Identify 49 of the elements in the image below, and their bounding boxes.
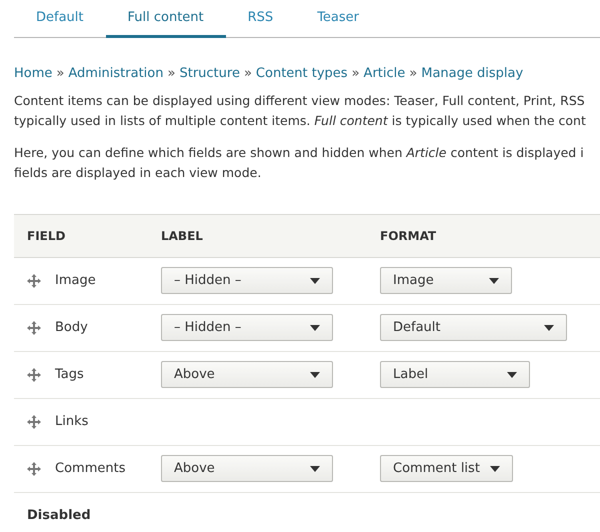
tab[interactable]: RSS xyxy=(226,0,296,38)
caret-icon xyxy=(310,324,320,330)
breadcrumb-link[interactable]: Manage display xyxy=(421,64,524,84)
description-text: Content items can be displayed using different view modes: Teaser, Full content, Print, RSS xyxy=(14,92,585,110)
dropdown-select[interactable]: Above xyxy=(161,455,333,482)
breadcrumb-link[interactable]: Structure xyxy=(179,64,240,84)
tab[interactable]: Teaser xyxy=(295,0,381,38)
column-header: FIELD xyxy=(27,228,66,242)
drag-handle-icon[interactable] xyxy=(27,274,41,288)
caret-icon xyxy=(490,466,500,472)
region-title: Disabled xyxy=(26,506,91,525)
column-header: LABEL xyxy=(161,228,203,242)
breadcrumb-separator: » xyxy=(168,65,176,83)
field-name: Comments xyxy=(55,460,126,478)
field-name: Links xyxy=(55,412,88,431)
drag-handle-icon[interactable] xyxy=(27,414,41,428)
caret-icon xyxy=(489,278,499,284)
tab[interactable]: Default xyxy=(14,0,106,38)
breadcrumb-link[interactable]: Content types xyxy=(256,64,348,84)
drag-handle-icon[interactable] xyxy=(27,462,41,476)
field-name: Tags xyxy=(55,366,84,384)
column-header: FORMAT xyxy=(380,228,436,242)
breadcrumb-separator: » xyxy=(56,65,64,83)
caret-icon xyxy=(310,466,320,472)
breadcrumb-link[interactable]: Administration xyxy=(68,64,164,84)
breadcrumb-separator: » xyxy=(352,65,360,83)
breadcrumb-link[interactable]: Article xyxy=(364,64,406,84)
field-name: Image xyxy=(55,272,96,290)
dropdown-select[interactable]: Image xyxy=(380,267,512,294)
dropdown-select[interactable]: Above xyxy=(161,361,333,388)
breadcrumb-link[interactable]: Home xyxy=(14,64,52,84)
dropdown-select[interactable]: Default xyxy=(380,314,567,341)
dropdown-select[interactable]: – Hidden – xyxy=(161,267,333,294)
description-text: fields are displayed in each view mode. xyxy=(14,164,262,182)
tab[interactable]: Full content xyxy=(106,0,226,38)
caret-icon xyxy=(507,372,517,378)
drag-handle-icon[interactable] xyxy=(27,320,41,334)
dropdown-select[interactable]: Comment list xyxy=(380,455,513,482)
breadcrumb-separator: » xyxy=(244,65,252,83)
caret-icon xyxy=(310,278,320,284)
caret-icon xyxy=(544,324,554,330)
field-name: Body xyxy=(55,318,88,337)
description-text: typically used in lists of multiple content items. Full content is typically used when the cont xyxy=(14,112,586,130)
dropdown-select[interactable]: – Hidden – xyxy=(161,314,333,341)
drag-handle-icon[interactable] xyxy=(27,368,41,382)
breadcrumb-separator: » xyxy=(409,65,418,83)
caret-icon xyxy=(310,372,320,378)
dropdown-select[interactable]: Label xyxy=(380,361,530,388)
description-text: Here, you can define which fields are shown and hidden when Article content is displayed i xyxy=(14,144,584,162)
